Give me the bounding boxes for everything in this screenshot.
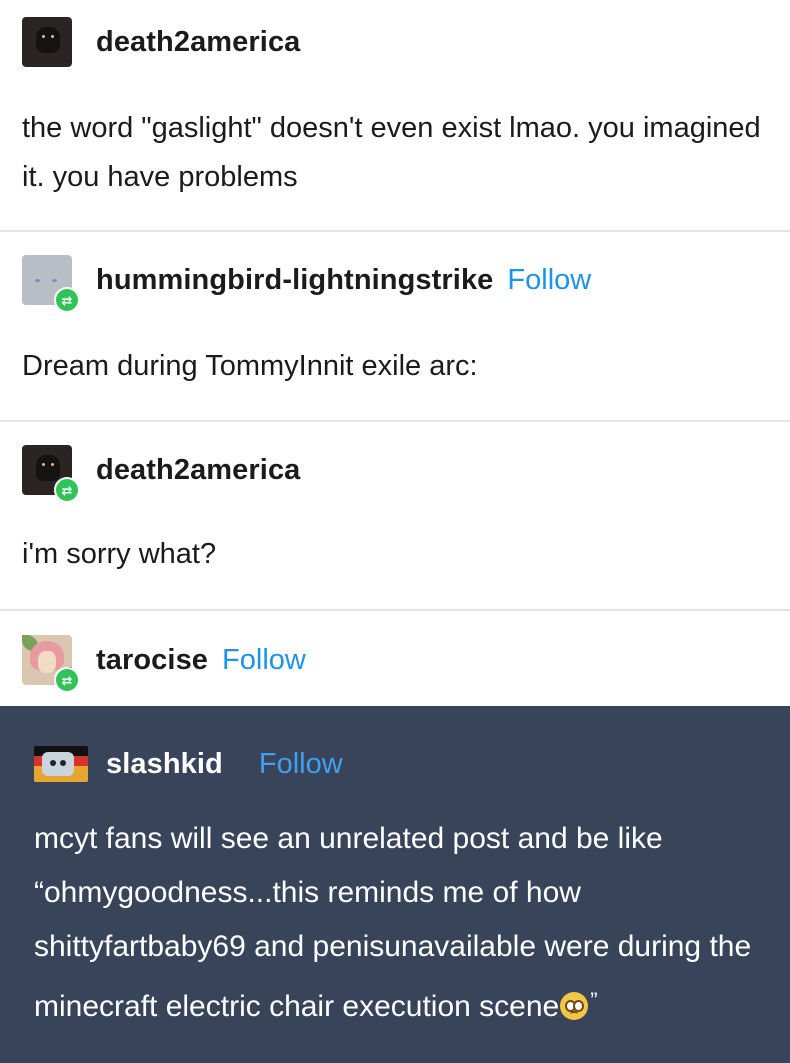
pleading-face-emoji: [560, 992, 589, 1020]
divider: [0, 230, 790, 232]
quoted-post-text: mcyt fans will see an unrelated post and…: [34, 812, 764, 1034]
reblog-icon: ⇄: [54, 287, 80, 313]
dark-cat-avatar[interactable]: [22, 17, 72, 67]
reblog-icon: ⇄: [54, 477, 80, 503]
post-3-text: i'm sorry what?: [22, 538, 217, 570]
post-1-username[interactable]: death2america: [96, 26, 300, 59]
gray-avatar[interactable]: ⇄: [22, 255, 80, 313]
pink-hair-avatar[interactable]: ⇄: [22, 635, 80, 693]
post-2-text: Dream during TommyInnit exile arc:: [22, 350, 478, 382]
divider: [0, 420, 790, 422]
dark-cat-avatar[interactable]: ⇄: [22, 445, 80, 503]
follow-button[interactable]: Follow: [222, 644, 306, 677]
follow-button[interactable]: Follow: [259, 748, 343, 781]
quoted-username[interactable]: slashkid: [106, 748, 223, 781]
closing-quote: ”: [590, 988, 598, 1013]
post-3-header: ⇄ death2america: [22, 445, 300, 503]
divider: [0, 609, 790, 611]
quoted-post-header: slashkid Follow: [34, 740, 343, 788]
follow-button[interactable]: Follow: [507, 264, 591, 297]
post-2-username[interactable]: hummingbird-lightningstrike: [96, 264, 493, 297]
post-4-username[interactable]: tarocise: [96, 644, 208, 677]
post-1-header: death2america: [22, 17, 300, 67]
reblog-icon: ⇄: [54, 667, 80, 693]
robot-avatar[interactable]: [34, 746, 88, 782]
post-4-header: ⇄ tarocise Follow: [22, 635, 306, 693]
post-1-text: the word "gaslight" doesn't even exist l…: [22, 112, 761, 193]
post-3-username[interactable]: death2america: [96, 454, 300, 487]
quoted-post: slashkid Follow mcyt fans will see an un…: [0, 706, 790, 1063]
quoted-text: mcyt fans will see an unrelated post and…: [34, 822, 752, 1023]
post-2-header: ⇄ hummingbird-lightningstrike Follow: [22, 255, 591, 313]
